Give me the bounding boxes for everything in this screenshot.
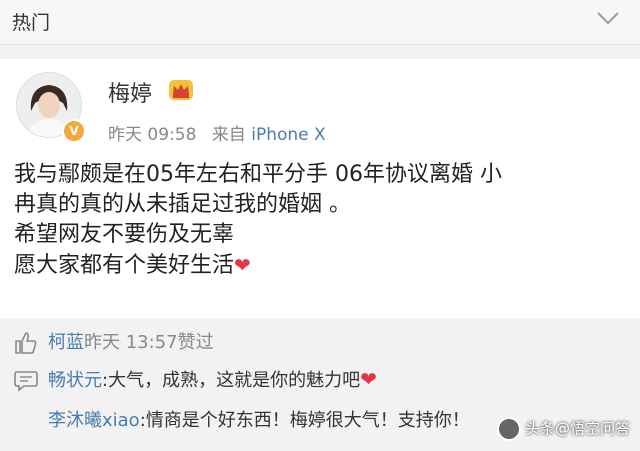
chevron-down-icon[interactable]: [594, 4, 622, 32]
comment-user[interactable]: 畅状元: [48, 370, 102, 391]
verified-v-icon: V: [62, 119, 86, 143]
comment-text: :大气，成熟，这就是你的魅力吧: [102, 370, 361, 391]
post-line-text: 愿大家都有个美好生活: [14, 253, 235, 278]
comment-item: 畅状元:大气，成熟，这就是你的魅力吧❤: [14, 366, 377, 396]
post-body: 我与鄢颇是在05年左右和平分手 06年协议离婚 小 冉真的真的从未插足过我的婚姻…: [14, 160, 624, 281]
like-user[interactable]: 柯蓝: [48, 332, 84, 353]
post-source-device[interactable]: iPhone X: [251, 125, 325, 145]
separator: [0, 45, 640, 59]
post-author[interactable]: 梅婷: [108, 76, 152, 108]
crown-icon: [169, 80, 193, 100]
watermark-text: 头条@悟空问答: [524, 419, 630, 438]
comment-icon: [14, 371, 38, 392]
post-line: 愿大家都有个美好生活❤: [14, 250, 624, 281]
thumbs-up-icon: [15, 332, 37, 354]
section-title: 热门: [12, 12, 51, 34]
watermark-logo-icon: [496, 417, 521, 441]
heart-emoji: ❤: [360, 367, 377, 391]
like-text: 昨天 13:57赞过: [84, 332, 214, 353]
watermark: 头条@悟空问答: [496, 417, 630, 443]
comment-user[interactable]: 李沐曦xiao: [48, 410, 140, 431]
comment-item: 李沐曦xiao:情商是个好东西！梅婷很大气！支持你！: [48, 406, 470, 436]
heart-emoji: ❤: [234, 253, 251, 277]
post-source-prefix: 来自: [211, 125, 246, 145]
post-line: 希望网友不要伤及无辜: [14, 222, 235, 247]
post-time: 昨天 09:58: [108, 125, 197, 145]
post-line: 我与鄢颇是在05年左右和平分手 06年协议离婚 小: [14, 162, 502, 187]
likes-row: 柯蓝昨天 13:57赞过: [14, 328, 214, 358]
post-meta: 昨天 09:58 来自 iPhone X: [108, 120, 326, 145]
post-line: 冉真的真的从未插足过我的婚姻 。: [14, 192, 351, 217]
comments-area: 柯蓝昨天 13:57赞过 畅状元:大气，成熟，这就是你的魅力吧❤ 李沐曦xiao…: [0, 318, 640, 451]
section-header: 热门: [0, 0, 640, 45]
comment-text: :情商是个好东西！梅婷很大气！支持你！: [139, 410, 470, 431]
